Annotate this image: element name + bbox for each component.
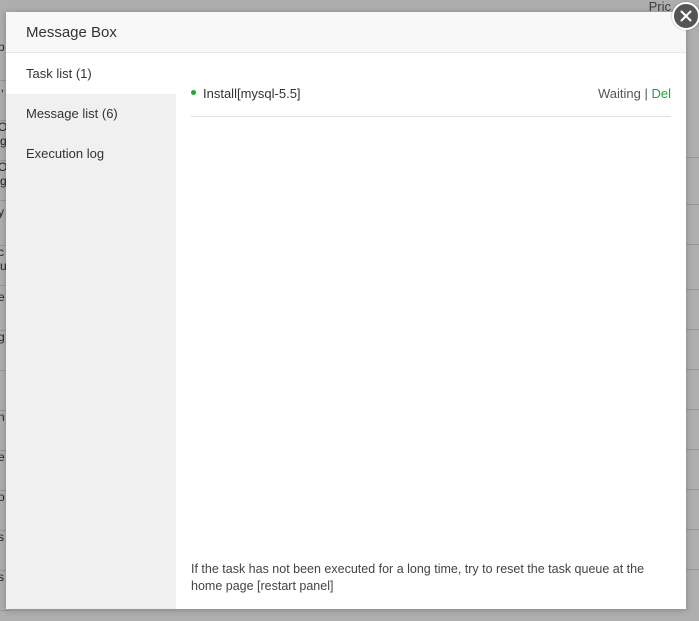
tab-execution-log[interactable]: Execution log <box>6 134 176 174</box>
tab-task-list[interactable]: Task list (1) <box>6 54 176 94</box>
task-name: Install[mysql-5.5] <box>203 86 301 101</box>
status-dot-icon <box>191 90 196 95</box>
task-list-panel: Install[mysql-5.5] Waiting | Del If the … <box>176 54 686 609</box>
task-queue-note: If the task has not been executed for a … <box>191 562 645 593</box>
dialog-header: Message Box <box>6 12 686 53</box>
message-box-dialog: Message Box Task list (1) Message list (… <box>6 2 699 609</box>
task-status: Waiting <box>598 86 641 101</box>
status-separator: | <box>640 86 652 101</box>
delete-task-link[interactable]: Del <box>651 86 671 101</box>
dialog-title: Message Box <box>26 23 117 41</box>
tab-message-list[interactable]: Message list (6) <box>6 94 176 134</box>
close-button[interactable] <box>672 2 699 30</box>
dialog-sidebar: Task list (1) Message list (6) Execution… <box>6 54 176 609</box>
task-status-group: Waiting | Del <box>598 86 671 101</box>
task-row: Install[mysql-5.5] Waiting | Del <box>191 74 671 117</box>
close-icon <box>680 10 692 22</box>
